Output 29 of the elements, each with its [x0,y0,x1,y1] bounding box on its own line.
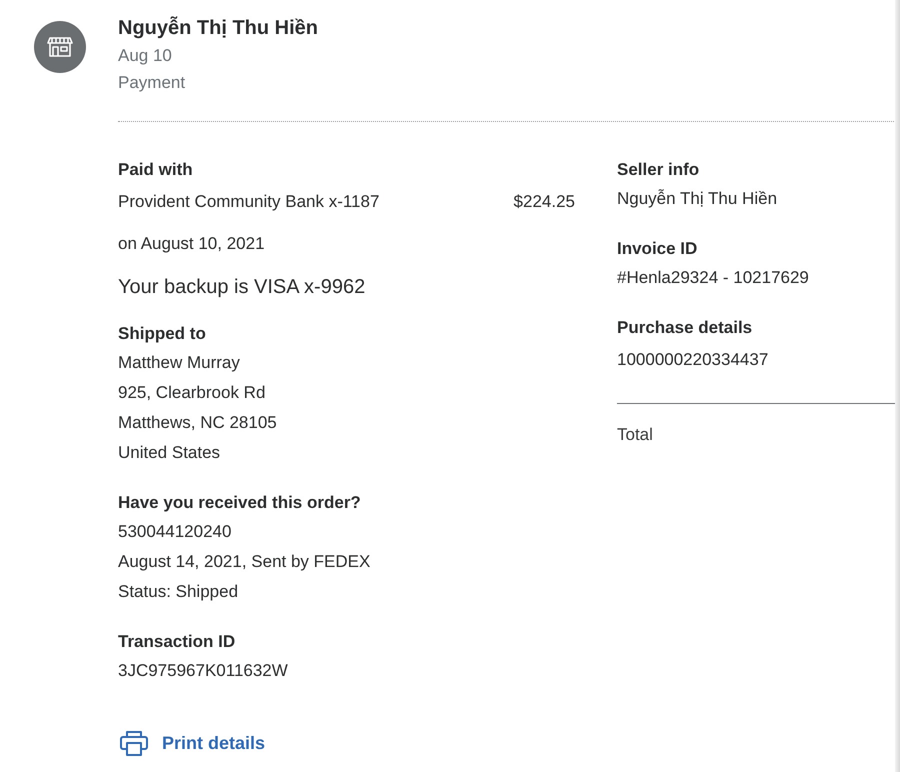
order-detail: 530044120240 [118,521,232,543]
section-label: Seller info [617,159,700,181]
section-label: Purchase details [617,317,752,339]
section-label: Shipped to [118,323,206,345]
section-label: Transaction ID [118,631,236,653]
merchant-name: Nguyễn Thị Thu Hiền [118,15,318,41]
address-line: Matthews, NC 28105 [118,412,277,434]
section-label: Have you received this order? [118,492,361,514]
section-label: Invoice ID [617,238,698,260]
print-details-link[interactable]: Print details [162,729,266,757]
order-detail: Status: Shipped [118,581,238,603]
address-line: United States [118,442,220,464]
payment-source: Provident Community Bank x-1187 [118,191,380,213]
backup-payment: Your backup is VISA x-9962 [118,275,366,300]
payment-date: on August 10, 2021 [118,233,265,255]
total-label: Total [617,424,654,446]
transaction-id: 3JC975967K011632W [118,660,288,682]
section-value: 1000000220334437 [617,349,768,371]
section-label: Paid with [118,159,193,181]
address-line: 925, Clearbrook Rd [118,382,266,404]
order-detail: August 14, 2021, Sent by FEDEX [118,551,370,573]
transaction-date: Aug 10 [118,45,173,67]
section-value: #Henla29324 - 10217629 [617,267,809,289]
store-icon [34,21,86,73]
transaction-type: Payment [118,72,186,94]
payment-amount: $224.25 [514,191,575,213]
section-value: Nguyễn Thị Thu Hiền [617,188,778,210]
printer-icon[interactable] [120,730,148,756]
address-line: Matthew Murray [118,352,240,374]
